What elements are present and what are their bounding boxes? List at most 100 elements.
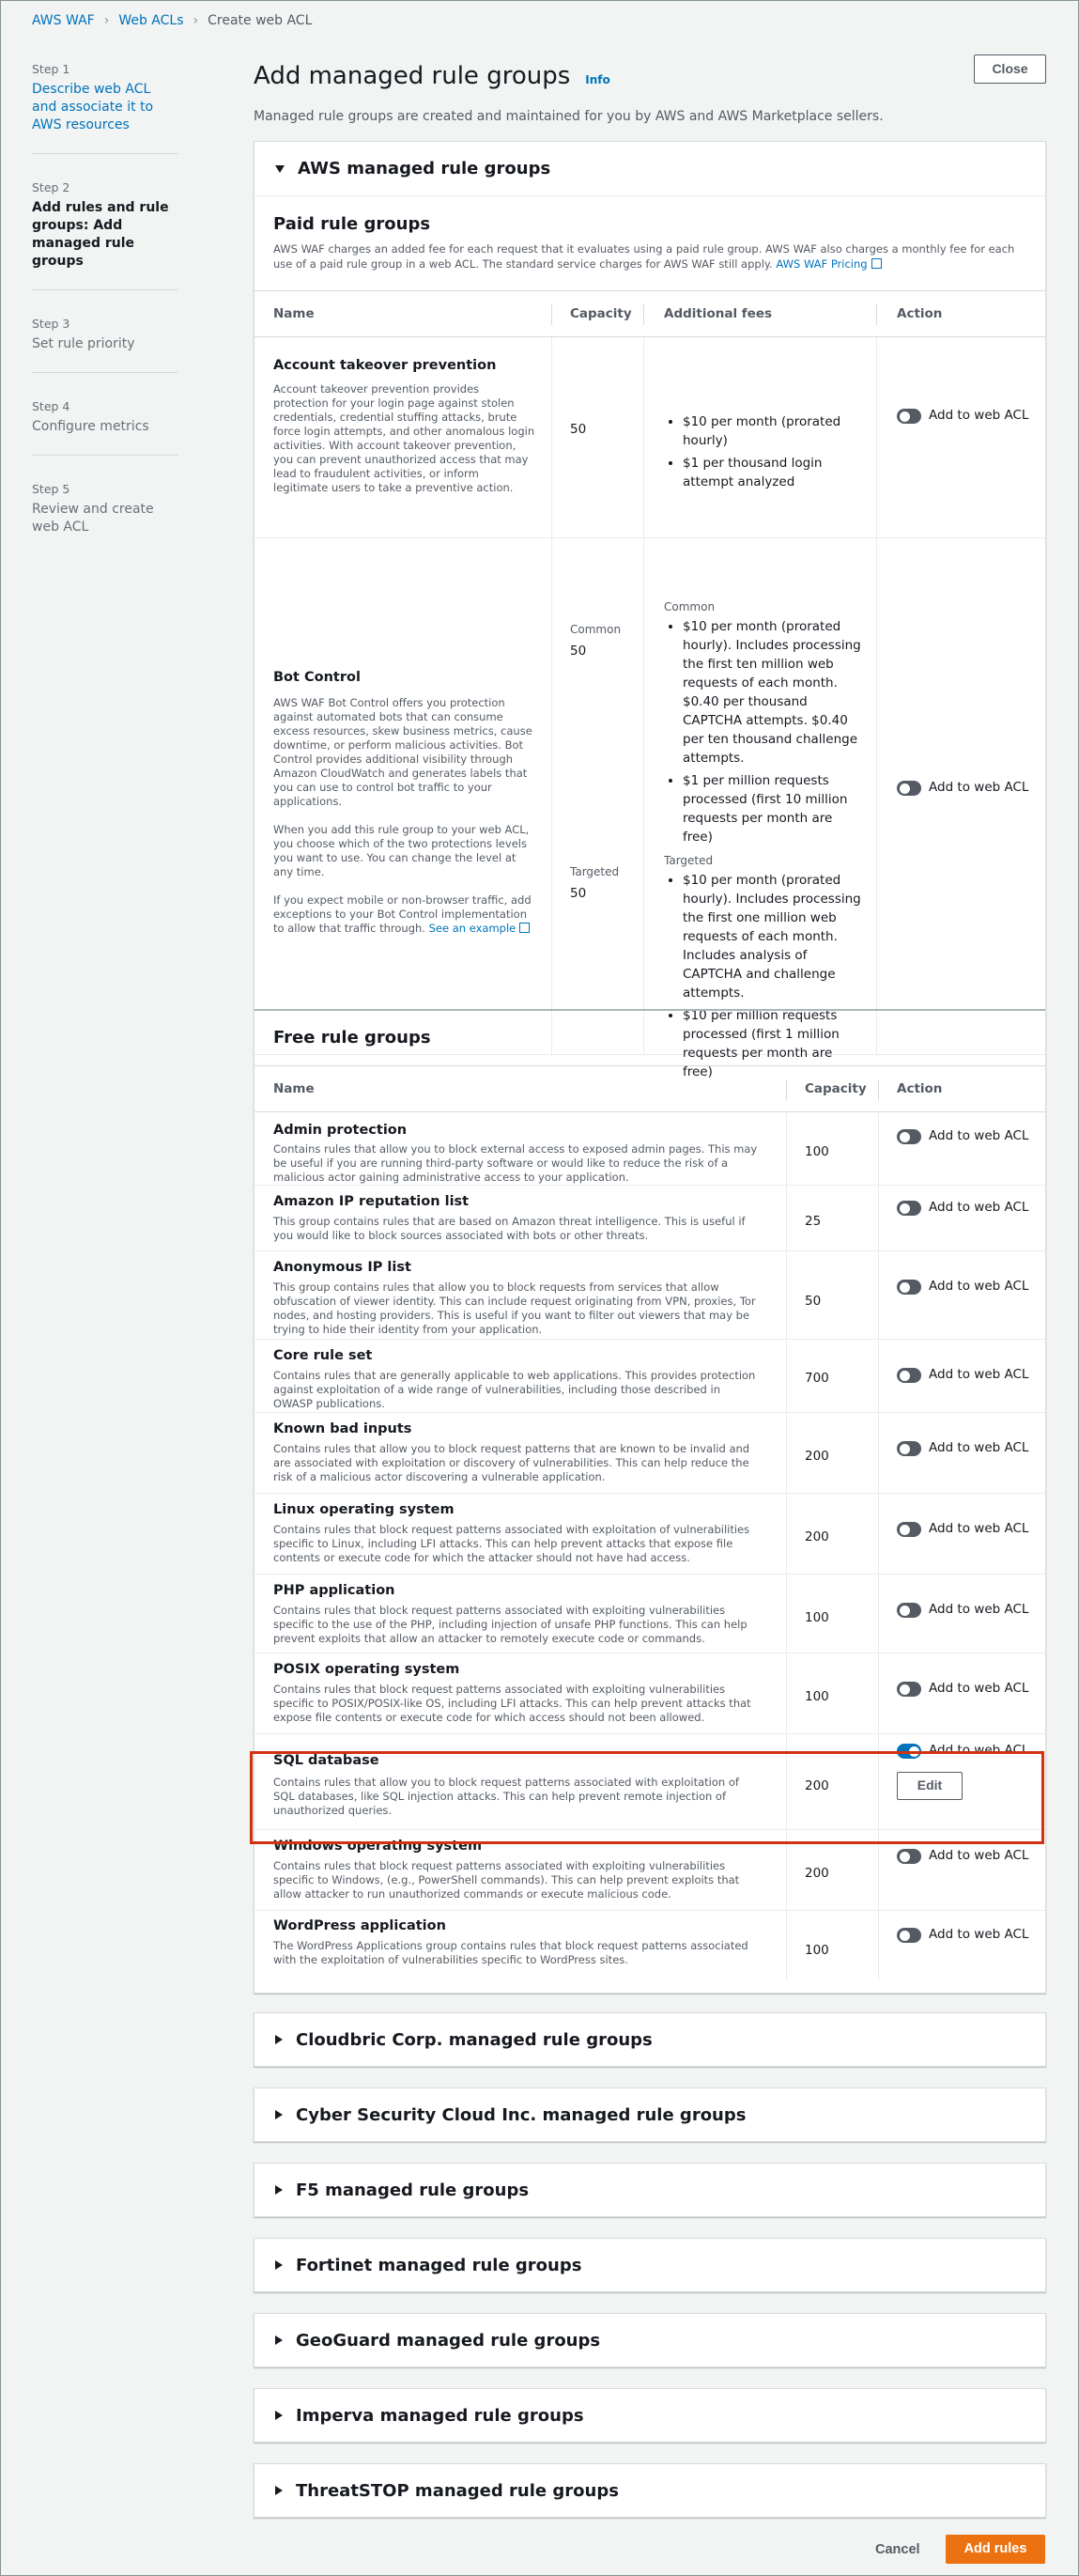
breadcrumb: AWS WAF › Web ACLs › Create web ACL bbox=[32, 13, 312, 28]
imperva-rule-groups-header[interactable]: Imperva managed rule groups bbox=[254, 2388, 1046, 2443]
rule-description: Account takeover prevention provides pro… bbox=[273, 382, 535, 494]
caret-down-icon bbox=[275, 164, 285, 173]
step-2: Step 2 Add rules and rule groups: Add ma… bbox=[32, 180, 178, 290]
add-to-web-acl-toggle[interactable] bbox=[897, 1928, 921, 1943]
rule-name: Known bad inputs bbox=[273, 1421, 412, 1436]
see-example-link[interactable]: See an example bbox=[429, 922, 531, 935]
step-4-title: Configure metrics bbox=[32, 419, 149, 434]
rule-fees: $10 per month (prorated hourly). Include… bbox=[664, 617, 865, 850]
section-title: Imperva managed rule groups bbox=[296, 2405, 584, 2426]
add-to-web-acl-toggle[interactable] bbox=[897, 1441, 921, 1456]
add-to-web-acl-toggle[interactable] bbox=[897, 1849, 921, 1864]
desc-paragraph: When you add this rule group to your web… bbox=[273, 823, 530, 878]
add-to-web-acl-toggle[interactable] bbox=[897, 1603, 921, 1618]
rule-name: POSIX operating system bbox=[273, 1662, 460, 1677]
paid-rule-groups: Paid rule groups AWS WAF charges an adde… bbox=[254, 197, 1045, 1148]
rule-description: Contains rules that block request patter… bbox=[273, 1604, 748, 1645]
rule-capacity: 200 bbox=[805, 1449, 829, 1464]
step-5: Step 5 Review and create web ACL bbox=[32, 482, 178, 536]
paid-table-header: Name Capacity Additional fees Action bbox=[254, 290, 1045, 337]
step-3: Step 3 Set rule priority bbox=[32, 317, 178, 373]
link-text: See an example bbox=[428, 922, 516, 935]
chevron-right-icon: › bbox=[103, 13, 110, 28]
cloudbric-rule-groups-header[interactable]: Cloudbric Corp. managed rule groups bbox=[254, 2012, 1046, 2067]
free-table-header: Name Capacity Action bbox=[254, 1065, 1045, 1112]
cancel-button[interactable]: Cancel bbox=[875, 2542, 920, 2557]
add-to-web-acl-toggle[interactable] bbox=[897, 1368, 921, 1383]
caret-right-icon bbox=[275, 2260, 283, 2270]
col-capacity: Capacity bbox=[805, 1081, 867, 1096]
breadcrumb-aws-waf[interactable]: AWS WAF bbox=[32, 13, 95, 28]
rule-capacity: 200 bbox=[805, 1529, 829, 1544]
f5-rule-groups-header[interactable]: F5 managed rule groups bbox=[254, 2163, 1046, 2217]
add-to-web-acl-toggle[interactable] bbox=[897, 1280, 921, 1295]
close-button[interactable]: Close bbox=[974, 54, 1046, 84]
fee-item: $1 per thousand login attempt analyzed bbox=[683, 454, 861, 491]
col-name: Name bbox=[273, 1081, 315, 1096]
paid-description: AWS WAF charges an added fee for each re… bbox=[273, 241, 1019, 272]
fee-item: $1 per million requests processed (first… bbox=[683, 771, 865, 846]
wizard-steps: Step 1 Describe web ACL and associate it… bbox=[32, 62, 178, 563]
rule-description: The WordPress Applications group contain… bbox=[273, 1939, 748, 1966]
add-rules-button[interactable]: Add rules bbox=[946, 2535, 1045, 2564]
page-description: Managed rule groups are created and main… bbox=[254, 109, 884, 124]
rule-description: Contains rules that are generally applic… bbox=[273, 1369, 756, 1410]
aws-managed-rule-groups-panel: AWS managed rule groups Paid rule groups… bbox=[254, 141, 1046, 1994]
rule-name: Core rule set bbox=[273, 1348, 373, 1363]
divider bbox=[32, 455, 178, 456]
col-action: Action bbox=[897, 306, 943, 321]
toggle-label: Add to web ACL bbox=[929, 1440, 1029, 1455]
step-3-title: Set rule priority bbox=[32, 336, 135, 351]
section-title: F5 managed rule groups bbox=[296, 2180, 530, 2200]
step-number: Step 1 bbox=[32, 62, 70, 76]
paid-title: Paid rule groups bbox=[273, 214, 431, 234]
add-to-web-acl-toggle[interactable] bbox=[897, 1201, 921, 1216]
table-row: Bot Control AWS WAF Bot Control offers y… bbox=[254, 538, 1045, 1079]
step-5-title: Review and create web ACL bbox=[32, 502, 154, 535]
cyber-security-cloud-rule-groups-header[interactable]: Cyber Security Cloud Inc. managed rule g… bbox=[254, 2087, 1046, 2142]
step-2-current: Add rules and rule groups: Add managed r… bbox=[32, 200, 169, 269]
step-1-link[interactable]: Describe web ACL and associate it to AWS… bbox=[32, 81, 178, 134]
rule-capacity: 50 bbox=[570, 644, 587, 659]
aws-waf-pricing-link[interactable]: AWS WAF Pricing bbox=[776, 257, 882, 271]
rule-capacity: 25 bbox=[805, 1214, 822, 1229]
add-to-web-acl-toggle[interactable] bbox=[897, 1522, 921, 1537]
section-title: AWS managed rule groups bbox=[298, 159, 551, 178]
rule-fees: $10 per month (prorated hourly) $1 per t… bbox=[664, 412, 861, 495]
toggle-label: Add to web ACL bbox=[929, 1128, 1029, 1143]
section-title: GeoGuard managed rule groups bbox=[296, 2330, 601, 2351]
rule-description: AWS WAF Bot Control offers you protectio… bbox=[273, 696, 536, 936]
rule-capacity: 100 bbox=[805, 1610, 829, 1625]
geoguard-rule-groups-header[interactable]: GeoGuard managed rule groups bbox=[254, 2313, 1046, 2367]
add-to-web-acl-toggle[interactable] bbox=[897, 409, 921, 424]
rule-capacity: 200 bbox=[805, 1866, 829, 1881]
divider bbox=[786, 1079, 787, 1100]
sql-database-highlight bbox=[250, 1751, 1044, 1844]
fees-label: Targeted bbox=[664, 854, 714, 867]
divider bbox=[32, 372, 178, 373]
capacity-label: Common bbox=[570, 623, 622, 636]
breadcrumb-web-acls[interactable]: Web ACLs bbox=[118, 13, 183, 28]
table-row: Anonymous IP list This group contains ru… bbox=[254, 1251, 1045, 1340]
divider bbox=[643, 337, 644, 1055]
add-to-web-acl-toggle[interactable] bbox=[897, 1682, 921, 1697]
table-row: Amazon IP reputation list This group con… bbox=[254, 1186, 1045, 1251]
free-rule-groups: Free rule groups Name Capacity Action Ad… bbox=[254, 1009, 1045, 1992]
add-to-web-acl-toggle[interactable] bbox=[897, 1129, 921, 1144]
rule-description: This group contains rules that are based… bbox=[273, 1215, 746, 1242]
threatstop-rule-groups-header[interactable]: ThreatSTOP managed rule groups bbox=[254, 2463, 1046, 2518]
toggle-label: Add to web ACL bbox=[929, 1681, 1029, 1696]
fortinet-rule-groups-header[interactable]: Fortinet managed rule groups bbox=[254, 2238, 1046, 2292]
rule-name: Linux operating system bbox=[273, 1502, 455, 1517]
rule-capacity: 100 bbox=[805, 1689, 829, 1704]
info-link[interactable]: Info bbox=[585, 73, 609, 86]
rule-capacity: 50 bbox=[570, 886, 587, 901]
rule-description: This group contains rules that allow you… bbox=[273, 1280, 756, 1336]
section-title: Cyber Security Cloud Inc. managed rule g… bbox=[296, 2104, 747, 2125]
add-to-web-acl-toggle[interactable] bbox=[897, 781, 921, 796]
table-row: WordPress application The WordPress Appl… bbox=[254, 1911, 1045, 1980]
aws-managed-rule-groups-header[interactable]: AWS managed rule groups bbox=[254, 142, 1045, 196]
step-number: Step 4 bbox=[32, 399, 70, 413]
table-row: POSIX operating system Contains rules th… bbox=[254, 1653, 1045, 1734]
breadcrumb-current: Create web ACL bbox=[208, 13, 313, 28]
